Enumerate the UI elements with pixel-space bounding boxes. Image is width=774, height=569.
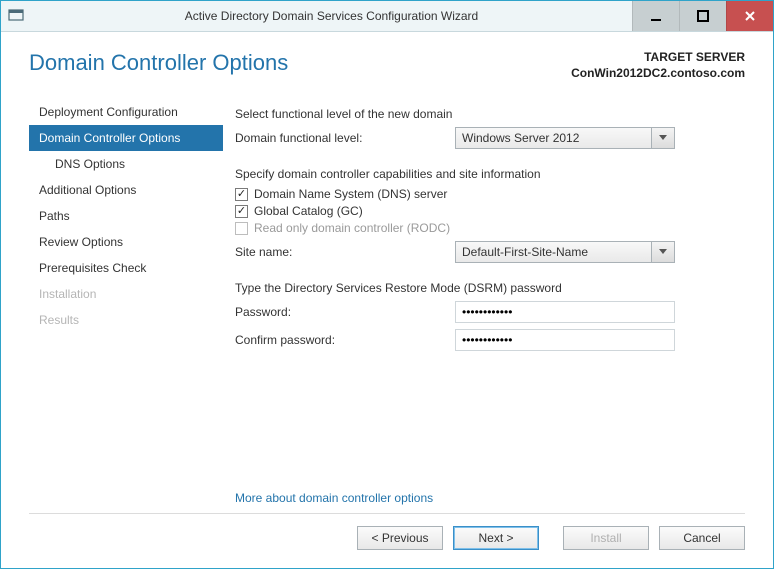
confirm-password-input[interactable] (455, 329, 675, 351)
confirm-password-label: Confirm password: (235, 333, 455, 347)
titlebar: Active Directory Domain Services Configu… (1, 1, 773, 32)
nav-prerequisites-check[interactable]: Prerequisites Check (29, 255, 223, 281)
close-icon (744, 10, 756, 22)
section-functional-level: Select functional level of the new domai… (235, 107, 745, 121)
nav-paths[interactable]: Paths (29, 203, 223, 229)
page-title: Domain Controller Options (29, 50, 288, 76)
content-area: Domain Controller Options TARGET SERVER … (1, 32, 773, 568)
maximize-icon (697, 10, 709, 22)
dns-server-label: Domain Name System (DNS) server (254, 187, 447, 201)
section-dsrm: Type the Directory Services Restore Mode… (235, 281, 745, 295)
header-row: Domain Controller Options TARGET SERVER … (29, 50, 745, 81)
main-split: Deployment Configuration Domain Controll… (29, 99, 745, 509)
domain-functional-level-value: Windows Server 2012 (456, 128, 651, 148)
chevron-down-icon (651, 128, 674, 148)
nav-deployment-configuration[interactable]: Deployment Configuration (29, 99, 223, 125)
rodc-label: Read only domain controller (RODC) (254, 221, 450, 235)
previous-button[interactable]: < Previous (357, 526, 443, 550)
close-button[interactable] (726, 1, 773, 31)
nav-results: Results (29, 307, 223, 333)
global-catalog-label: Global Catalog (GC) (254, 204, 363, 218)
global-catalog-checkbox[interactable] (235, 205, 248, 218)
nav-review-options[interactable]: Review Options (29, 229, 223, 255)
next-button[interactable]: Next > (453, 526, 539, 550)
password-input[interactable] (455, 301, 675, 323)
minimize-icon (650, 10, 662, 22)
site-name-combo[interactable]: Default-First-Site-Name (455, 241, 675, 263)
password-label: Password: (235, 305, 455, 319)
dns-server-checkbox[interactable] (235, 188, 248, 201)
target-server-label: TARGET SERVER (571, 50, 745, 66)
window-title: Active Directory Domain Services Configu… (31, 1, 632, 31)
more-about-link[interactable]: More about domain controller options (235, 491, 433, 505)
wizard-window: Active Directory Domain Services Configu… (0, 0, 774, 569)
nav-domain-controller-options[interactable]: Domain Controller Options (29, 125, 223, 151)
domain-functional-level-combo[interactable]: Windows Server 2012 (455, 127, 675, 149)
options-panel: Select functional level of the new domai… (229, 99, 745, 509)
nav-installation: Installation (29, 281, 223, 307)
domain-functional-level-label: Domain functional level: (235, 131, 455, 145)
target-server: TARGET SERVER ConWin2012DC2.contoso.com (571, 50, 745, 81)
install-button: Install (563, 526, 649, 550)
window-buttons (632, 1, 773, 31)
target-server-host: ConWin2012DC2.contoso.com (571, 66, 745, 82)
section-capabilities: Specify domain controller capabilities a… (235, 167, 745, 181)
site-name-label: Site name: (235, 245, 455, 259)
app-icon (1, 1, 31, 31)
maximize-button[interactable] (679, 1, 726, 31)
chevron-down-icon (651, 242, 674, 262)
wizard-nav: Deployment Configuration Domain Controll… (29, 99, 229, 509)
cancel-button[interactable]: Cancel (659, 526, 745, 550)
nav-additional-options[interactable]: Additional Options (29, 177, 223, 203)
rodc-checkbox (235, 222, 248, 235)
site-name-value: Default-First-Site-Name (456, 242, 651, 262)
wizard-buttons: < Previous Next > Install Cancel (29, 513, 745, 558)
minimize-button[interactable] (632, 1, 679, 31)
nav-dns-options[interactable]: DNS Options (29, 151, 223, 177)
